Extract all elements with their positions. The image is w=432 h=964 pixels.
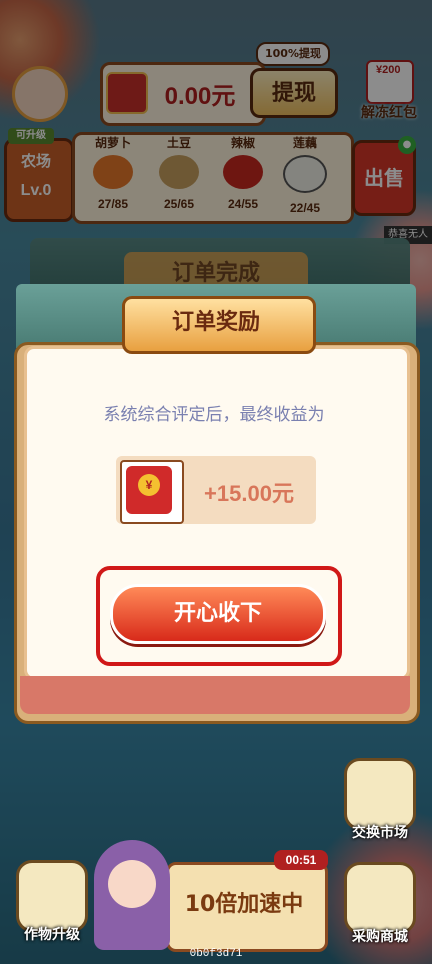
crop-upgrade-button[interactable]: 作物升级 [10, 860, 94, 956]
modal-description: 系统综合评定后，最终收益为 [103, 405, 325, 425]
purchase-shop-label: 采购商城 [352, 929, 408, 945]
character-face [108, 860, 156, 908]
yuan-coin-icon: ¥ [138, 474, 160, 496]
purchase-shop-button[interactable]: 采购商城 [338, 862, 422, 958]
modal-bottom-band [20, 676, 410, 714]
accept-reward-button[interactable]: 开心收下 [110, 584, 326, 644]
shop-icon [344, 862, 416, 934]
market-icon [344, 758, 416, 830]
exchange-market-button[interactable]: 交换市场 [338, 758, 422, 854]
exchange-market-label: 交换市场 [352, 825, 408, 841]
build-id: 0b0f3d71 [189, 948, 243, 960]
modal-title: 订单奖励 [171, 310, 260, 335]
reward-amount: +15.00元 [204, 481, 294, 506]
speed-boost-label: 10倍加速中 [184, 892, 304, 917]
boost-timer: 00:51 [274, 850, 328, 870]
crop-upgrade-label: 作物升级 [24, 927, 80, 943]
sprout-icon [16, 860, 88, 932]
